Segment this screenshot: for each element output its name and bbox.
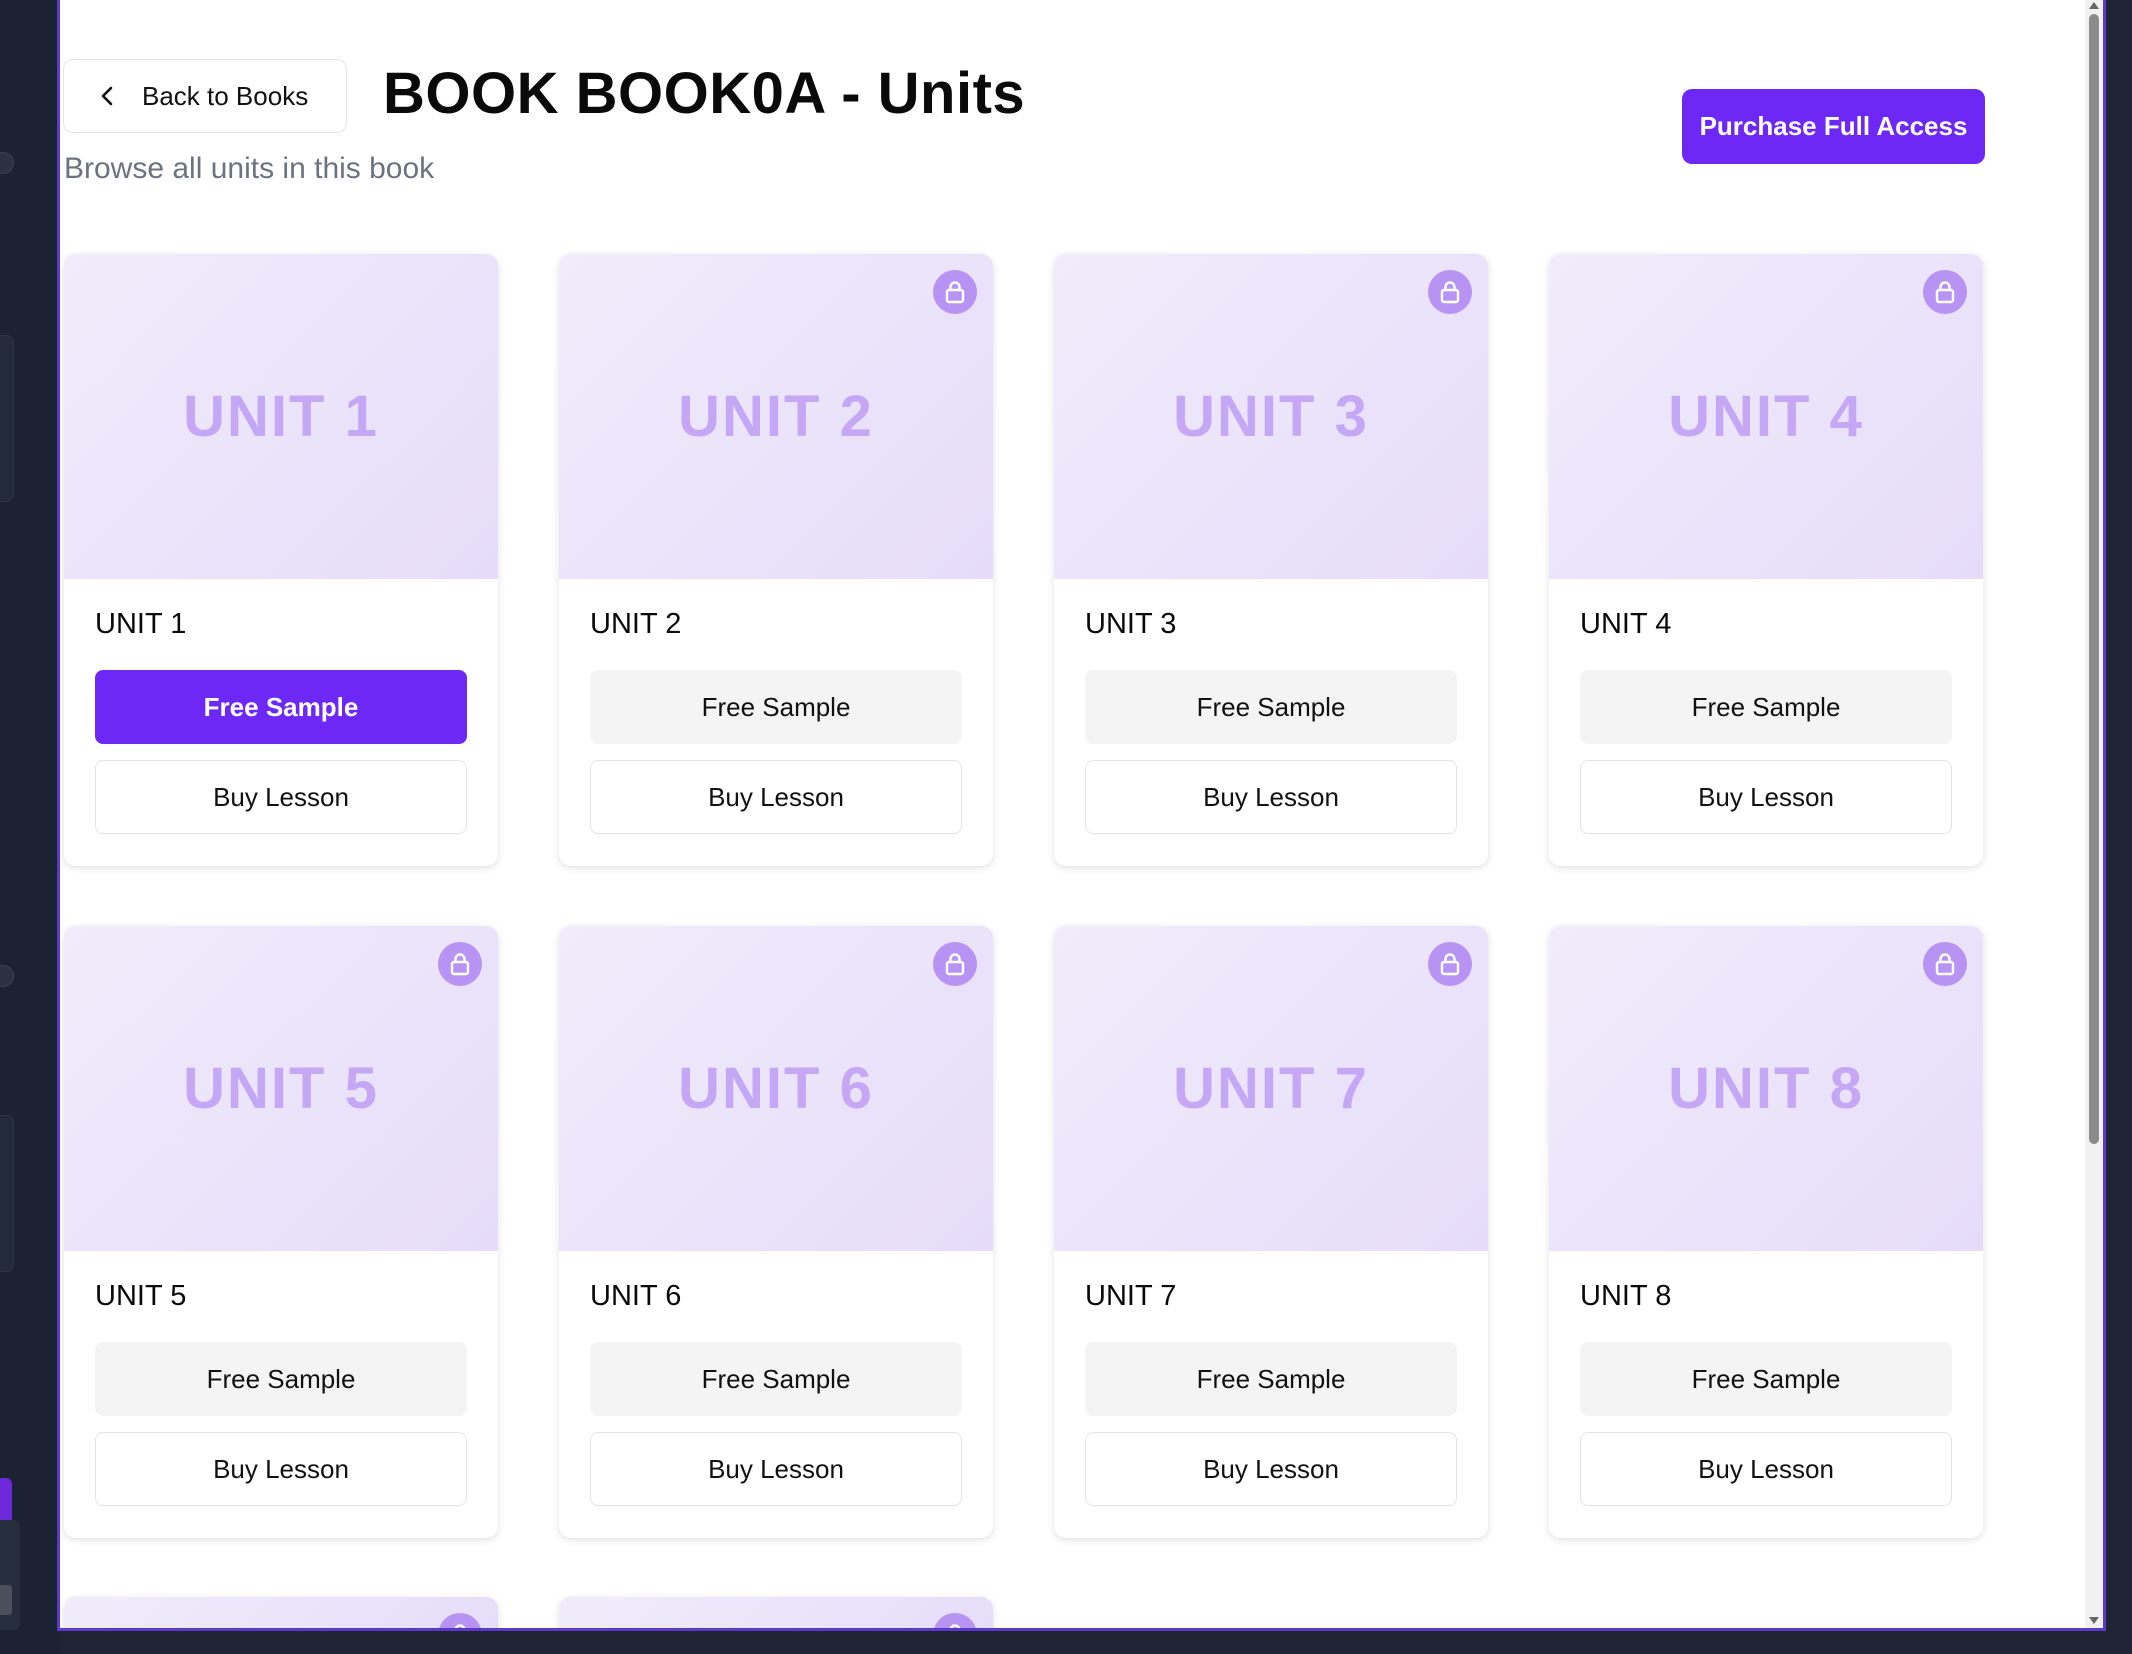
- free-sample-button[interactable]: Free Sample: [1085, 1342, 1457, 1416]
- unit-thumbnail: UNIT 4: [1549, 254, 1983, 579]
- chevron-left-icon: [101, 86, 113, 106]
- unit-card[interactable]: UNIT 1 UNIT 1 Free Sample Buy Lesson: [64, 254, 498, 866]
- unit-card[interactable]: UNIT 3 UNIT 3 Free Sample Buy Lesson: [1054, 254, 1488, 866]
- unit-thumbnail: UNIT 8: [1549, 926, 1983, 1251]
- unit-title: UNIT 4: [1580, 608, 1672, 640]
- unit-thumbnail: UNIT 3: [1054, 254, 1488, 579]
- scrollbar-thumb[interactable]: [2089, 14, 2099, 1144]
- page-title: BOOK BOOK0A - Units: [383, 61, 1026, 126]
- unit-thumbnail: UNIT 5: [64, 926, 498, 1251]
- back-to-books-button[interactable]: Back to Books: [63, 59, 347, 133]
- free-sample-button[interactable]: Free Sample: [95, 1342, 467, 1416]
- buy-lesson-button[interactable]: Buy Lesson: [1085, 1432, 1457, 1506]
- unit-thumbnail-label: UNIT 5: [183, 1056, 379, 1121]
- buy-lesson-button[interactable]: Buy Lesson: [1580, 1432, 1952, 1506]
- unit-thumbnail-label: UNIT 2: [678, 384, 874, 449]
- unit-thumbnail-label: UNIT 6: [678, 1056, 874, 1121]
- free-sample-button[interactable]: Free Sample: [1580, 670, 1952, 744]
- lock-icon: [438, 1613, 482, 1628]
- sidebar-dot: [0, 965, 14, 987]
- scroll-up-arrow-icon[interactable]: [2089, 2, 2099, 9]
- unit-thumbnail-label: UNIT 1: [183, 384, 379, 449]
- buy-lesson-button[interactable]: Buy Lesson: [95, 1432, 467, 1506]
- scrollbar[interactable]: [2085, 0, 2103, 1628]
- lock-icon: [933, 1613, 977, 1628]
- unit-card[interactable]: UNIT 5 UNIT 5 Free Sample Buy Lesson: [64, 926, 498, 1538]
- free-sample-button[interactable]: Free Sample: [590, 1342, 962, 1416]
- lock-icon: [933, 270, 977, 314]
- unit-card-partial[interactable]: [559, 1597, 993, 1628]
- unit-card[interactable]: UNIT 2 UNIT 2 Free Sample Buy Lesson: [559, 254, 993, 866]
- lock-icon: [1428, 270, 1472, 314]
- buy-lesson-button[interactable]: Buy Lesson: [590, 1432, 962, 1506]
- unit-thumbnail-label: UNIT 3: [1173, 384, 1369, 449]
- unit-title: UNIT 2: [590, 608, 682, 640]
- free-sample-button[interactable]: Free Sample: [1580, 1342, 1952, 1416]
- unit-card[interactable]: UNIT 6 UNIT 6 Free Sample Buy Lesson: [559, 926, 993, 1538]
- sidebar-panel: [0, 335, 14, 502]
- buy-lesson-button[interactable]: Buy Lesson: [590, 760, 962, 834]
- buy-lesson-button[interactable]: Buy Lesson: [1085, 760, 1457, 834]
- unit-thumbnail-label: UNIT 7: [1173, 1056, 1369, 1121]
- sidebar-panel: [0, 1115, 14, 1272]
- unit-thumbnail: UNIT 7: [1054, 926, 1488, 1251]
- free-sample-button[interactable]: Free Sample: [590, 670, 962, 744]
- unit-thumbnail: UNIT 2: [559, 254, 993, 579]
- buy-lesson-button[interactable]: Buy Lesson: [1580, 760, 1952, 834]
- unit-thumbnail-label: UNIT 4: [1668, 384, 1864, 449]
- unit-title: UNIT 3: [1085, 608, 1177, 640]
- unit-card-partial[interactable]: [64, 1597, 498, 1628]
- lock-icon: [1923, 270, 1967, 314]
- page-subtitle: Browse all units in this book: [64, 152, 435, 185]
- unit-card[interactable]: UNIT 8 UNIT 8 Free Sample Buy Lesson: [1549, 926, 1983, 1538]
- unit-thumbnail: UNIT 1: [64, 254, 498, 579]
- unit-title: UNIT 5: [95, 1280, 187, 1312]
- unit-thumbnail: UNIT 6: [559, 926, 993, 1251]
- sidebar-dot: [0, 152, 14, 174]
- unit-thumbnail: [559, 1597, 993, 1628]
- unit-title: UNIT 1: [95, 608, 187, 640]
- unit-title: UNIT 6: [590, 1280, 682, 1312]
- lock-icon: [1428, 942, 1472, 986]
- unit-card[interactable]: UNIT 7 UNIT 7 Free Sample Buy Lesson: [1054, 926, 1488, 1538]
- lock-icon: [933, 942, 977, 986]
- lock-icon: [1923, 942, 1967, 986]
- back-button-label: Back to Books: [142, 80, 309, 111]
- purchase-full-access-button[interactable]: Purchase Full Access: [1682, 89, 1985, 164]
- lock-icon: [438, 942, 482, 986]
- sidebar-expand-icon[interactable]: [0, 1585, 12, 1615]
- unit-thumbnail-label: UNIT 8: [1668, 1056, 1864, 1121]
- buy-lesson-button[interactable]: Buy Lesson: [95, 760, 467, 834]
- background-sidebar: [0, 0, 59, 1654]
- book-units-window: Back to Books BOOK BOOK0A - Units Browse…: [57, 0, 2106, 1631]
- scroll-down-arrow-icon[interactable]: [2089, 1617, 2099, 1624]
- unit-card[interactable]: UNIT 4 UNIT 4 Free Sample Buy Lesson: [1549, 254, 1983, 866]
- unit-title: UNIT 8: [1580, 1280, 1672, 1312]
- unit-title: UNIT 7: [1085, 1280, 1177, 1312]
- unit-thumbnail: [64, 1597, 498, 1628]
- free-sample-button[interactable]: Free Sample: [95, 670, 467, 744]
- free-sample-button[interactable]: Free Sample: [1085, 670, 1457, 744]
